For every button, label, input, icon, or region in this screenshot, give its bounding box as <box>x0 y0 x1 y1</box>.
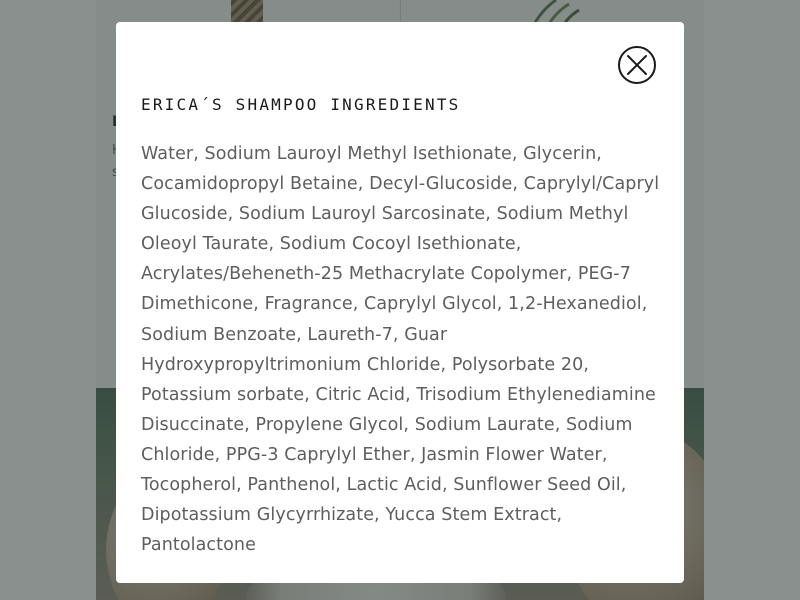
ingredients-list: Water, Sodium Lauroyl Methyl Isethionate… <box>141 144 660 556</box>
viewport: L H s ERICA´S SHAMPOO INGREDIENTS Wa <box>0 0 800 600</box>
close-button[interactable] <box>618 46 656 84</box>
ingredients-modal: ERICA´S SHAMPOO INGREDIENTS Water, Sodiu… <box>116 22 684 583</box>
modal-title: ERICA´S SHAMPOO INGREDIENTS <box>141 95 461 114</box>
close-icon <box>627 55 647 75</box>
